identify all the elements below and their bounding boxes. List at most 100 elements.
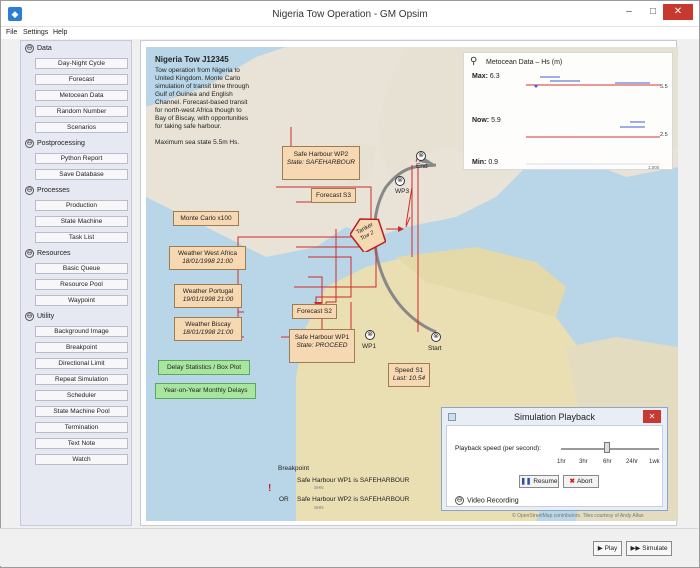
speed-s1-box[interactable]: Speed S1 Last: 10.54 bbox=[388, 363, 430, 387]
collapse-icon[interactable]: ⊖ bbox=[25, 311, 34, 321]
box-title: Speed S1 bbox=[394, 367, 424, 374]
maximize-button[interactable]: □ bbox=[643, 4, 663, 20]
sidebar-item-waypoint[interactable]: Waypoint bbox=[35, 295, 128, 306]
sidebar-item-state-machine-pool[interactable]: State Machine Pool bbox=[35, 406, 128, 417]
section-label: Resources bbox=[37, 250, 71, 257]
minimize-button[interactable]: – bbox=[619, 4, 639, 20]
warning-icon: ! bbox=[268, 483, 272, 494]
section-postprocessing[interactable]: ⊖ Postprocessing bbox=[25, 138, 85, 150]
box-title: Weather Biscay bbox=[185, 321, 231, 328]
speed-tick-6hr: 6hr bbox=[603, 459, 612, 465]
waypoint-wp1-icon[interactable]: ⊗ bbox=[365, 330, 375, 340]
waypoint-wp3-icon[interactable]: ⊗ bbox=[395, 176, 405, 186]
collapse-icon[interactable]: ⊖ bbox=[25, 185, 34, 195]
safe-harbour-wp1-box[interactable]: Safe Harbour WP1 State: PROCEED bbox=[289, 329, 355, 363]
resume-button[interactable]: ❚❚ Resume bbox=[519, 475, 559, 488]
breakpoint-condition-1: Safe Harbour WP1 is SAFEHARBOUR bbox=[297, 477, 409, 484]
box-title: Safe Harbour WP1 bbox=[294, 334, 350, 341]
now-label: Now: 5.9 bbox=[472, 117, 501, 124]
section-resources[interactable]: ⊖ Resources bbox=[25, 248, 70, 260]
forecast-s3-box[interactable]: Forecast S3 bbox=[311, 188, 356, 203]
sidebar-item-task-list[interactable]: Task List bbox=[35, 232, 128, 243]
sidebar-item-repeat-simulation[interactable]: Repeat Simulation bbox=[35, 374, 128, 385]
condition-subject: Safe Harbour WP2 bbox=[297, 496, 352, 503]
sidebar-item-termination[interactable]: Termination bbox=[35, 422, 128, 433]
window-title: Nigeria Tow Operation - GM Opsim bbox=[272, 9, 428, 20]
waypoint-start-icon[interactable]: ⊗ bbox=[431, 332, 441, 342]
condition-small-label: SHN bbox=[314, 485, 324, 490]
sidebar-item-directional-limit[interactable]: Directional Limit bbox=[35, 358, 128, 369]
sidebar-item-metocean-data[interactable]: Metocean Data bbox=[35, 90, 128, 101]
year-on-year-delays-button[interactable]: Year-on-Year Monthly Delays bbox=[155, 383, 256, 399]
waypoint-wp3-label: WP3 bbox=[395, 188, 410, 195]
waypoint-end-icon[interactable]: ⊗ bbox=[416, 151, 426, 161]
sidebar-item-production[interactable]: Production bbox=[35, 200, 128, 211]
safe-harbour-wp2-box[interactable]: Safe Harbour WP2 State: SAFEHARBOUR bbox=[282, 146, 360, 180]
component-sidebar: ⊖ Data Day-Night Cycle Forecast Metocean … bbox=[20, 40, 132, 526]
metocean-panel: ⚲ Metocean Data – Hs (m) Max: 6.3 Now: 5… bbox=[463, 52, 673, 170]
play-icon: ▶ bbox=[597, 545, 603, 552]
sidebar-item-day-night-cycle[interactable]: Day-Night Cycle bbox=[35, 58, 128, 69]
box-date: 18/01/1998 21:00 bbox=[182, 258, 233, 265]
now-label-text: Now: bbox=[472, 117, 490, 124]
search-icon[interactable]: ⚲ bbox=[470, 56, 477, 67]
abort-label: Abort bbox=[576, 478, 593, 485]
section-data[interactable]: ⊖ Data bbox=[25, 43, 52, 55]
sidebar-item-scheduler[interactable]: Scheduler bbox=[35, 390, 128, 401]
sidebar-item-resource-pool[interactable]: Resource Pool bbox=[35, 279, 128, 290]
min-value: 0.9 bbox=[488, 159, 499, 166]
condition-small-label: SHN bbox=[314, 505, 324, 510]
sidebar-item-random-number[interactable]: Random Number bbox=[35, 106, 128, 117]
speed-slider-thumb[interactable] bbox=[604, 442, 610, 453]
dialog-close-button[interactable]: ✕ bbox=[643, 410, 661, 423]
menu-settings[interactable]: Settings bbox=[23, 29, 48, 36]
sidebar-item-breakpoint[interactable]: Breakpoint bbox=[35, 342, 128, 353]
map-credits: © OpenStreetMap contributors. Tiles cour… bbox=[512, 513, 644, 519]
tanker-icon[interactable]: Tanker Tow 2 bbox=[349, 216, 387, 254]
sidebar-item-save-database[interactable]: Save Database bbox=[35, 169, 128, 180]
weather-biscay-box[interactable]: Weather Biscay 18/01/1998 21:00 bbox=[174, 317, 242, 341]
section-label: Postprocessing bbox=[37, 140, 85, 147]
abort-button[interactable]: ✖ Abort bbox=[563, 475, 599, 488]
collapse-icon[interactable]: ⊖ bbox=[25, 248, 34, 258]
sidebar-item-forecast[interactable]: Forecast bbox=[35, 74, 128, 85]
forecast-s2-box[interactable]: Forecast S2 bbox=[292, 304, 337, 319]
metocean-right-label-2: 2.5 bbox=[660, 132, 668, 138]
max-value: 6.3 bbox=[489, 73, 500, 80]
sidebar-item-text-note[interactable]: Text Note bbox=[35, 438, 128, 449]
play-button[interactable]: ▶ Play bbox=[593, 541, 622, 556]
play-label: Play bbox=[604, 545, 618, 552]
weather-portugal-box[interactable]: Weather Portugal 19/01/1998 21:00 bbox=[174, 284, 242, 308]
sidebar-item-background-image[interactable]: Background Image bbox=[35, 326, 128, 337]
dialog-body: Playback speed (per second): 1hr 3hr 6hr… bbox=[446, 425, 663, 507]
box-title: Safe Harbour WP2 bbox=[293, 151, 349, 158]
menu-bar: File Settings Help bbox=[1, 27, 699, 39]
menu-file[interactable]: File bbox=[6, 29, 17, 36]
section-label: Processes bbox=[37, 187, 70, 194]
abort-icon: ✖ bbox=[569, 478, 575, 485]
delay-statistics-button[interactable]: Delay Statistics / Box Plot bbox=[158, 360, 250, 375]
monte-carlo-box[interactable]: Monte Carlo x100 bbox=[173, 211, 239, 226]
video-recording-label: Video Recording bbox=[467, 497, 519, 505]
section-label: Utility bbox=[37, 313, 55, 320]
speed-tick-3hr: 3hr bbox=[579, 459, 588, 465]
section-utility[interactable]: ⊖ Utility bbox=[25, 311, 54, 323]
simulate-button[interactable]: ▶▶ Simulate bbox=[626, 541, 672, 556]
collapse-icon[interactable]: ⊖ bbox=[25, 138, 34, 148]
sidebar-item-state-machine[interactable]: State Machine bbox=[35, 216, 128, 227]
simulation-playback-dialog: Simulation Playback ✕ Playback speed (pe… bbox=[441, 407, 668, 511]
weather-west-africa-box[interactable]: Weather West Africa 18/01/1998 21:00 bbox=[169, 246, 246, 270]
collapse-icon[interactable]: ⊖ bbox=[25, 43, 34, 53]
max-label-text: Max: bbox=[472, 73, 488, 80]
speed-slider-track[interactable] bbox=[561, 448, 659, 450]
box-date: 19/01/1998 21:00 bbox=[182, 296, 234, 303]
video-recording-toggle[interactable]: ⊖ Video Recording bbox=[455, 496, 519, 505]
sidebar-item-python-report[interactable]: Python Report bbox=[35, 153, 128, 164]
close-button[interactable]: ✕ bbox=[663, 4, 693, 20]
sidebar-item-scenarios[interactable]: Scenarios bbox=[35, 122, 128, 133]
sidebar-item-basic-queue[interactable]: Basic Queue bbox=[35, 263, 128, 274]
expand-icon: ⊖ bbox=[455, 496, 464, 505]
section-processes[interactable]: ⊖ Processes bbox=[25, 185, 70, 197]
sidebar-item-watch[interactable]: Watch bbox=[35, 454, 128, 465]
menu-help[interactable]: Help bbox=[53, 29, 67, 36]
